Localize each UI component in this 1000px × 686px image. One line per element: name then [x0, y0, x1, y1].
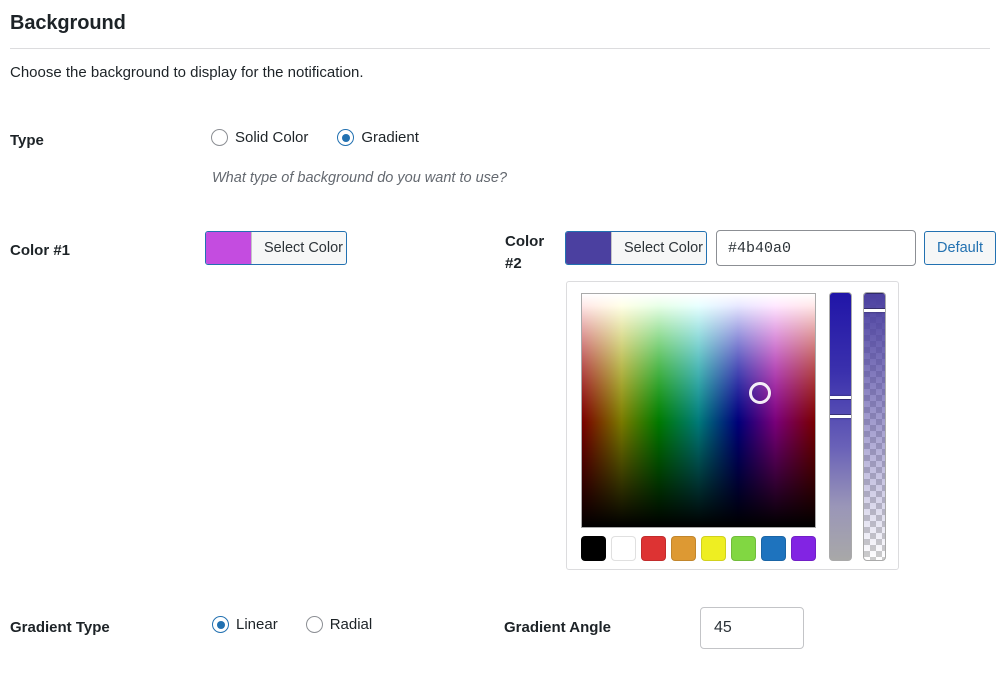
gradient-angle-input[interactable] [700, 607, 804, 649]
type-radio-group: Solid Color Gradient [211, 129, 419, 146]
radio-gradient-label: Gradient [361, 129, 419, 146]
type-label: Type [10, 132, 44, 149]
palette-swatch-black[interactable] [581, 536, 606, 561]
color2-hex-input[interactable] [716, 230, 916, 266]
brightness-slider-track[interactable] [829, 292, 852, 561]
page-title: Background [10, 12, 126, 34]
palette-swatch-green[interactable] [731, 536, 756, 561]
color-palette-swatches [581, 536, 816, 561]
type-help-text: What type of background do you want to u… [212, 170, 508, 186]
color1-select-color-label: Select Color [264, 240, 343, 256]
radio-option-linear[interactable]: Linear [212, 616, 278, 633]
gradient-type-radio-group: Linear Radial [212, 616, 372, 633]
saturation-brightness-square[interactable] [581, 293, 816, 528]
radio-radial-label: Radial [329, 616, 373, 633]
radio-gradient-indicator[interactable] [337, 129, 355, 146]
title-divider [10, 48, 990, 49]
palette-swatch-blue[interactable] [761, 536, 786, 561]
color2-swatch [566, 232, 612, 264]
color2-label: Color #2 [505, 233, 545, 272]
alpha-gradient-overlay [864, 293, 885, 560]
color1-swatch [206, 232, 252, 264]
palette-swatch-purple[interactable] [791, 536, 816, 561]
section-description: Choose the background to display for the… [10, 64, 364, 81]
radio-linear-indicator[interactable] [212, 616, 229, 633]
radio-radial-indicator[interactable] [305, 616, 323, 633]
color2-default-label: Default [937, 240, 983, 256]
palette-swatch-orange[interactable] [671, 536, 696, 561]
radio-solid-color-label: Solid Color [235, 129, 309, 146]
palette-swatch-yellow[interactable] [701, 536, 726, 561]
palette-swatch-white[interactable] [611, 536, 636, 561]
radio-option-solid-color[interactable]: Solid Color [211, 129, 308, 146]
color2-select-color-button[interactable]: Select Color [565, 231, 707, 265]
color1-label: Color #1 [10, 242, 71, 259]
radio-solid-color-indicator[interactable] [211, 129, 228, 146]
color-picker-panel [566, 281, 899, 570]
radio-option-radial[interactable]: Radial [305, 616, 373, 633]
palette-swatch-red[interactable] [641, 536, 666, 561]
gradient-type-label: Gradient Type [10, 619, 110, 636]
alpha-slider-handle[interactable] [864, 293, 885, 312]
radio-option-gradient[interactable]: Gradient [337, 129, 419, 146]
alpha-slider-track[interactable] [863, 292, 886, 561]
color2-default-button[interactable]: Default [924, 231, 996, 265]
color2-select-color-label: Select Color [624, 240, 703, 256]
radio-linear-label: Linear [236, 616, 278, 633]
black-gradient-layer [582, 294, 815, 527]
gradient-angle-label: Gradient Angle [504, 619, 611, 636]
brightness-slider-handle[interactable] [830, 396, 851, 418]
color1-select-color-button[interactable]: Select Color [205, 231, 347, 265]
